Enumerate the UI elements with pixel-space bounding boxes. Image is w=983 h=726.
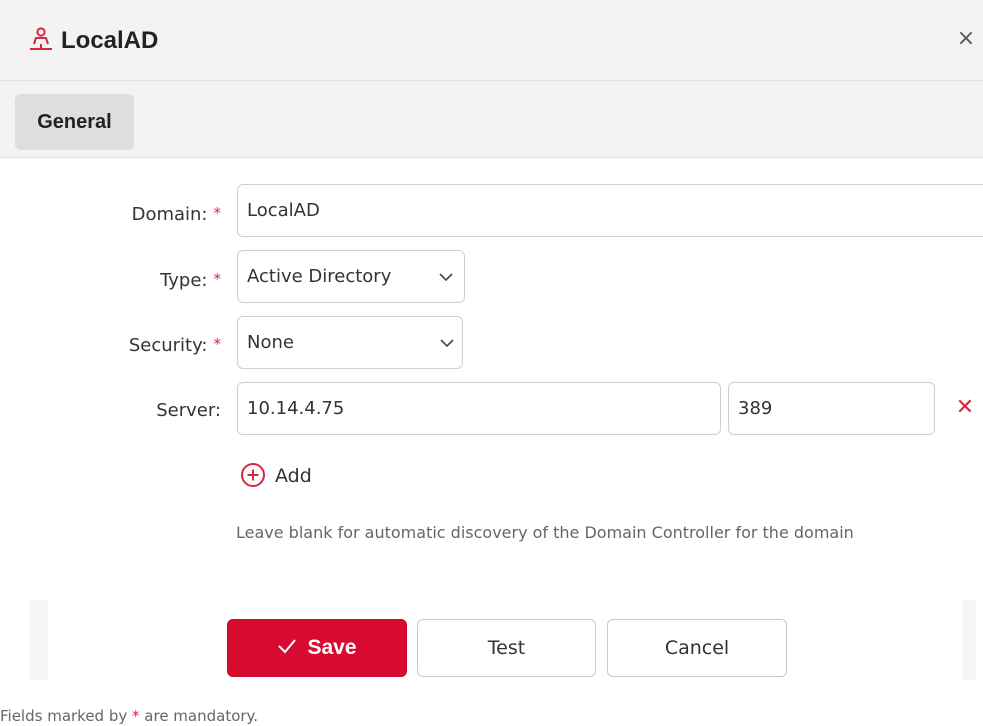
close-icon[interactable]: × [954, 27, 978, 51]
mandatory-fields-note: Fields marked by * are mandatory. [0, 706, 258, 726]
domain-input[interactable]: LocalAD [237, 184, 983, 237]
network-user-icon [30, 27, 52, 50]
tab-general[interactable]: General [15, 94, 134, 150]
footer-star: * [132, 707, 140, 725]
server-help-text: Leave blank for automatic discovery of t… [236, 523, 854, 542]
required-marker: * [213, 204, 222, 222]
add-circle-icon[interactable] [240, 462, 266, 488]
security-label: Security: * [31, 335, 221, 356]
security-select[interactable]: None [237, 316, 463, 369]
cancel-button[interactable]: Cancel [607, 619, 787, 677]
server-label: Server: [156, 400, 221, 421]
save-button-label: Save [307, 636, 357, 659]
chevron-down-icon [440, 339, 454, 348]
required-marker: * [213, 270, 222, 288]
security-select-value: None [247, 332, 294, 353]
type-label-text: Type: [160, 270, 208, 291]
footer-suffix: are mandatory. [139, 707, 259, 725]
dialog-header: LocalAD × [0, 0, 983, 81]
tab-bar: General [0, 81, 983, 158]
decorative-edge [962, 600, 976, 680]
test-button[interactable]: Test [417, 619, 596, 677]
remove-server-icon[interactable]: ✕ [955, 396, 975, 420]
server-host-input[interactable]: 10.14.4.75 [237, 382, 721, 435]
server-port-input[interactable]: 389 [728, 382, 935, 435]
security-label-text: Security: [128, 335, 208, 356]
save-button[interactable]: Save [227, 619, 407, 677]
footer-prefix: Fields marked by [0, 707, 133, 725]
dialog-title: LocalAD [61, 27, 159, 54]
type-label: Type: * [31, 270, 221, 291]
type-select[interactable]: Active Directory [237, 250, 465, 303]
decorative-edge [30, 600, 48, 680]
check-icon [278, 639, 297, 654]
type-select-value: Active Directory [247, 266, 392, 287]
domain-label-text: Domain: [131, 204, 208, 225]
domain-label: Domain: * [31, 204, 221, 225]
add-server-link[interactable]: Add [275, 464, 312, 488]
chevron-down-icon [439, 273, 453, 282]
required-marker: * [213, 335, 222, 353]
